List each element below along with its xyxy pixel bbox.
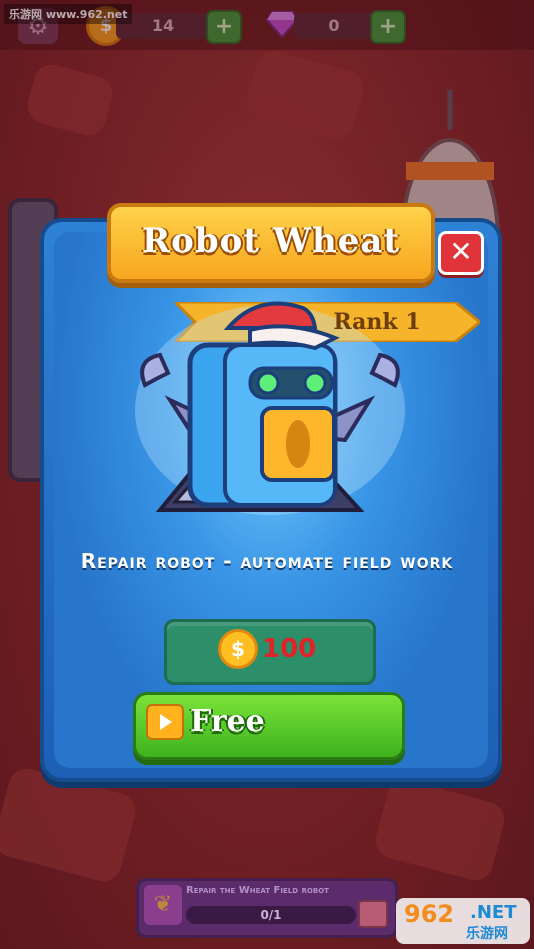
close-button[interactable]: ✕ [438,231,484,275]
wheat-icon: ❦ [144,885,182,925]
price-value: 100 [262,634,317,664]
watermark-cn: 乐游网 [466,926,508,942]
chest-icon [358,900,388,928]
free-button-label: Free [190,704,265,739]
watermark-net: .NET [470,902,517,923]
quest-progress-text: 0/1 [260,908,282,922]
close-icon: ✕ [449,235,473,268]
quest-title: Repair the Wheat Field robot [186,885,329,896]
video-ad-icon [146,704,184,740]
coin-icon: $ [218,629,258,669]
rank-label: Rank 1 [333,309,421,335]
dialog-title: Robot Wheat [107,203,435,283]
robot-description: Repair robot - automate field work [80,549,454,573]
watermark-number: 962 [404,900,455,928]
